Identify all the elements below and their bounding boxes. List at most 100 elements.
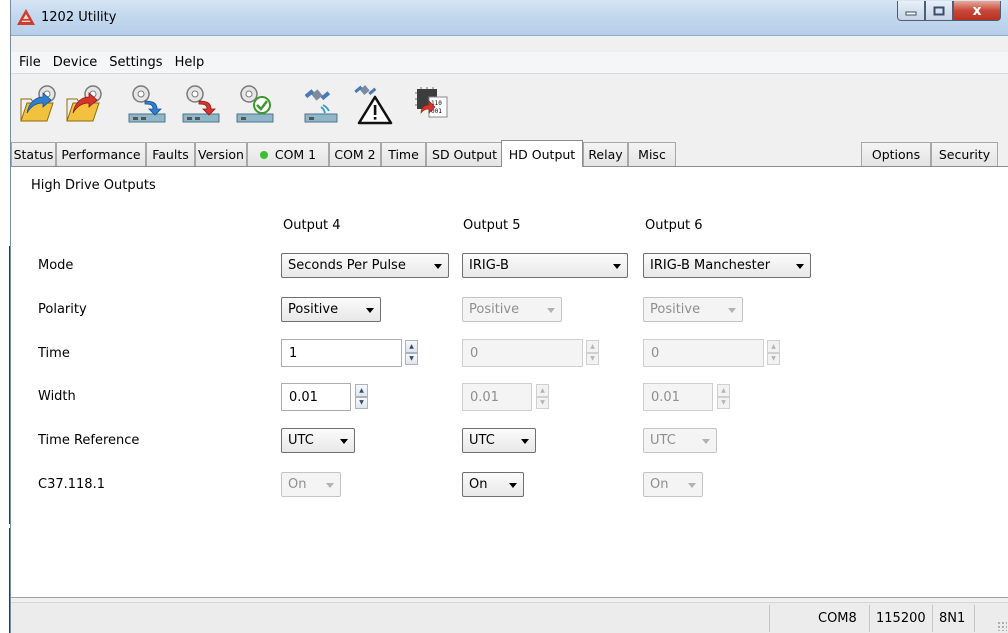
gps-receiver-icon[interactable] [301, 83, 341, 125]
open-defaults-icon[interactable] [65, 83, 105, 125]
title-bar[interactable]: 1202 Utility x [11, 0, 1008, 36]
spin-buttons: ▲ ▼ [355, 384, 368, 409]
tab-version[interactable]: Version [195, 142, 247, 166]
tab-sd-output[interactable]: SD Output [426, 142, 503, 166]
tab-security[interactable]: Security [931, 142, 998, 166]
width-field[interactable]: 0.01 [643, 383, 713, 411]
status-port: COM8 [818, 611, 857, 626]
tab-options[interactable]: Options [861, 142, 931, 166]
time-field[interactable]: 0 [643, 339, 764, 367]
window-controls: x [897, 1, 1001, 21]
output-5-width-spinbox[interactable]: 0.01 ▲ ▼ [462, 383, 552, 411]
menu-device[interactable]: Device [47, 55, 103, 70]
select-value: Positive [469, 302, 520, 317]
output-6-time-spinbox[interactable]: 0 ▲ ▼ [643, 339, 783, 367]
menu-help[interactable]: Help [169, 55, 211, 70]
output-6-mode-select[interactable]: IRIG-B Manchester [643, 253, 811, 278]
tab-label: Options [871, 147, 921, 162]
menu-settings[interactable]: Settings [103, 55, 168, 70]
menu-file[interactable]: File [13, 55, 47, 70]
verify-device-icon[interactable] [235, 83, 275, 125]
tab-hd-output[interactable]: HD Output [501, 140, 583, 167]
tab-label: Security [938, 147, 991, 162]
increment-icon[interactable]: ▲ [767, 340, 780, 353]
output-5-time-reference-select[interactable]: UTC [462, 428, 536, 453]
tab-misc[interactable]: Misc [628, 142, 676, 166]
tab-label: HD Output [508, 146, 576, 162]
output-4-mode-select[interactable]: Seconds Per Pulse [281, 253, 449, 278]
write-device-icon[interactable] [181, 83, 221, 125]
status-separator [769, 605, 770, 632]
status-separator [869, 605, 870, 632]
increment-icon[interactable]: ▲ [405, 340, 418, 353]
output-5-c37-select[interactable]: On [462, 472, 524, 497]
output-6-c37-select[interactable]: On [643, 472, 703, 497]
output-4-c37-select[interactable]: On [281, 472, 341, 497]
column-header-output-4: Output 4 [283, 218, 341, 233]
tab-label: Status [13, 147, 54, 162]
chevron-down-icon [340, 439, 348, 444]
width-field[interactable]: 0.01 [462, 383, 532, 411]
decrement-icon[interactable]: ▼ [717, 396, 730, 409]
tab-com2[interactable]: COM 2 [329, 142, 381, 166]
toolbar: 110 001 [11, 75, 1008, 137]
output-5-mode-select[interactable]: IRIG-B [462, 253, 628, 278]
output-4-time-spinbox[interactable]: 1 ▲ ▼ [281, 339, 421, 367]
hd-output-panel: High Drive Outputs Output 4 Output 5 Out… [11, 166, 1008, 598]
width-label: Width [38, 389, 76, 404]
tab-relay[interactable]: Relay [583, 142, 628, 166]
gps-alarm-icon[interactable] [353, 83, 393, 125]
output-5-time-spinbox[interactable]: 0 ▲ ▼ [462, 339, 602, 367]
decrement-icon[interactable]: ▼ [536, 396, 549, 409]
c37-label: C37.118.1 [38, 477, 105, 492]
spin-buttons: ▲ ▼ [586, 340, 599, 365]
increment-icon[interactable]: ▲ [536, 384, 549, 397]
decrement-icon[interactable]: ▼ [405, 352, 418, 365]
tab-label: Faults [152, 147, 189, 162]
chevron-down-icon [509, 483, 517, 488]
chevron-down-icon [547, 308, 555, 313]
width-field[interactable]: 0.01 [281, 383, 351, 411]
select-value: UTC [469, 433, 495, 448]
tab-status[interactable]: Status [11, 142, 56, 166]
status-format: 8N1 [939, 611, 966, 626]
tab-spacer [676, 142, 678, 166]
output-4-width-spinbox[interactable]: 0.01 ▲ ▼ [281, 383, 371, 411]
resize-grip-icon[interactable] [997, 621, 1007, 631]
minimize-icon [905, 11, 917, 15]
status-separator [974, 605, 975, 632]
firmware-update-icon[interactable]: 110 001 [411, 83, 451, 125]
minimize-button[interactable] [897, 1, 925, 21]
polarity-label: Polarity [38, 302, 87, 317]
time-field[interactable]: 0 [462, 339, 583, 367]
chevron-down-icon [613, 264, 621, 269]
increment-icon[interactable]: ▲ [586, 340, 599, 353]
tab-time[interactable]: Time [381, 142, 426, 166]
chevron-down-icon [702, 439, 710, 444]
select-value: IRIG-B Manchester [650, 258, 771, 273]
close-icon: x [972, 2, 982, 19]
output-6-time-reference-select[interactable]: UTC [643, 428, 717, 453]
output-6-polarity-select[interactable]: Positive [643, 297, 743, 322]
output-4-polarity-select[interactable]: Positive [281, 297, 381, 322]
output-6-width-spinbox[interactable]: 0.01 ▲ ▼ [643, 383, 733, 411]
close-button[interactable]: x [953, 1, 1001, 21]
tab-faults[interactable]: Faults [146, 142, 195, 166]
tab-com1[interactable]: COM 1 [247, 142, 329, 166]
decrement-icon[interactable]: ▼ [586, 352, 599, 365]
open-settings-icon[interactable] [19, 83, 59, 125]
decrement-icon[interactable]: ▼ [355, 396, 368, 409]
increment-icon[interactable]: ▲ [355, 384, 368, 397]
read-device-icon[interactable] [127, 83, 167, 125]
time-field[interactable]: 1 [281, 339, 402, 367]
output-4-time-reference-select[interactable]: UTC [281, 428, 355, 453]
tab-performance[interactable]: Performance [56, 142, 146, 166]
maximize-button[interactable] [925, 1, 953, 21]
spin-buttons: ▲ ▼ [405, 340, 418, 365]
chevron-down-icon [521, 439, 529, 444]
increment-icon[interactable]: ▲ [717, 384, 730, 397]
decrement-icon[interactable]: ▼ [767, 352, 780, 365]
output-5-polarity-select[interactable]: Positive [462, 297, 562, 322]
chevron-down-icon [688, 483, 696, 488]
background-strip [0, 0, 11, 633]
